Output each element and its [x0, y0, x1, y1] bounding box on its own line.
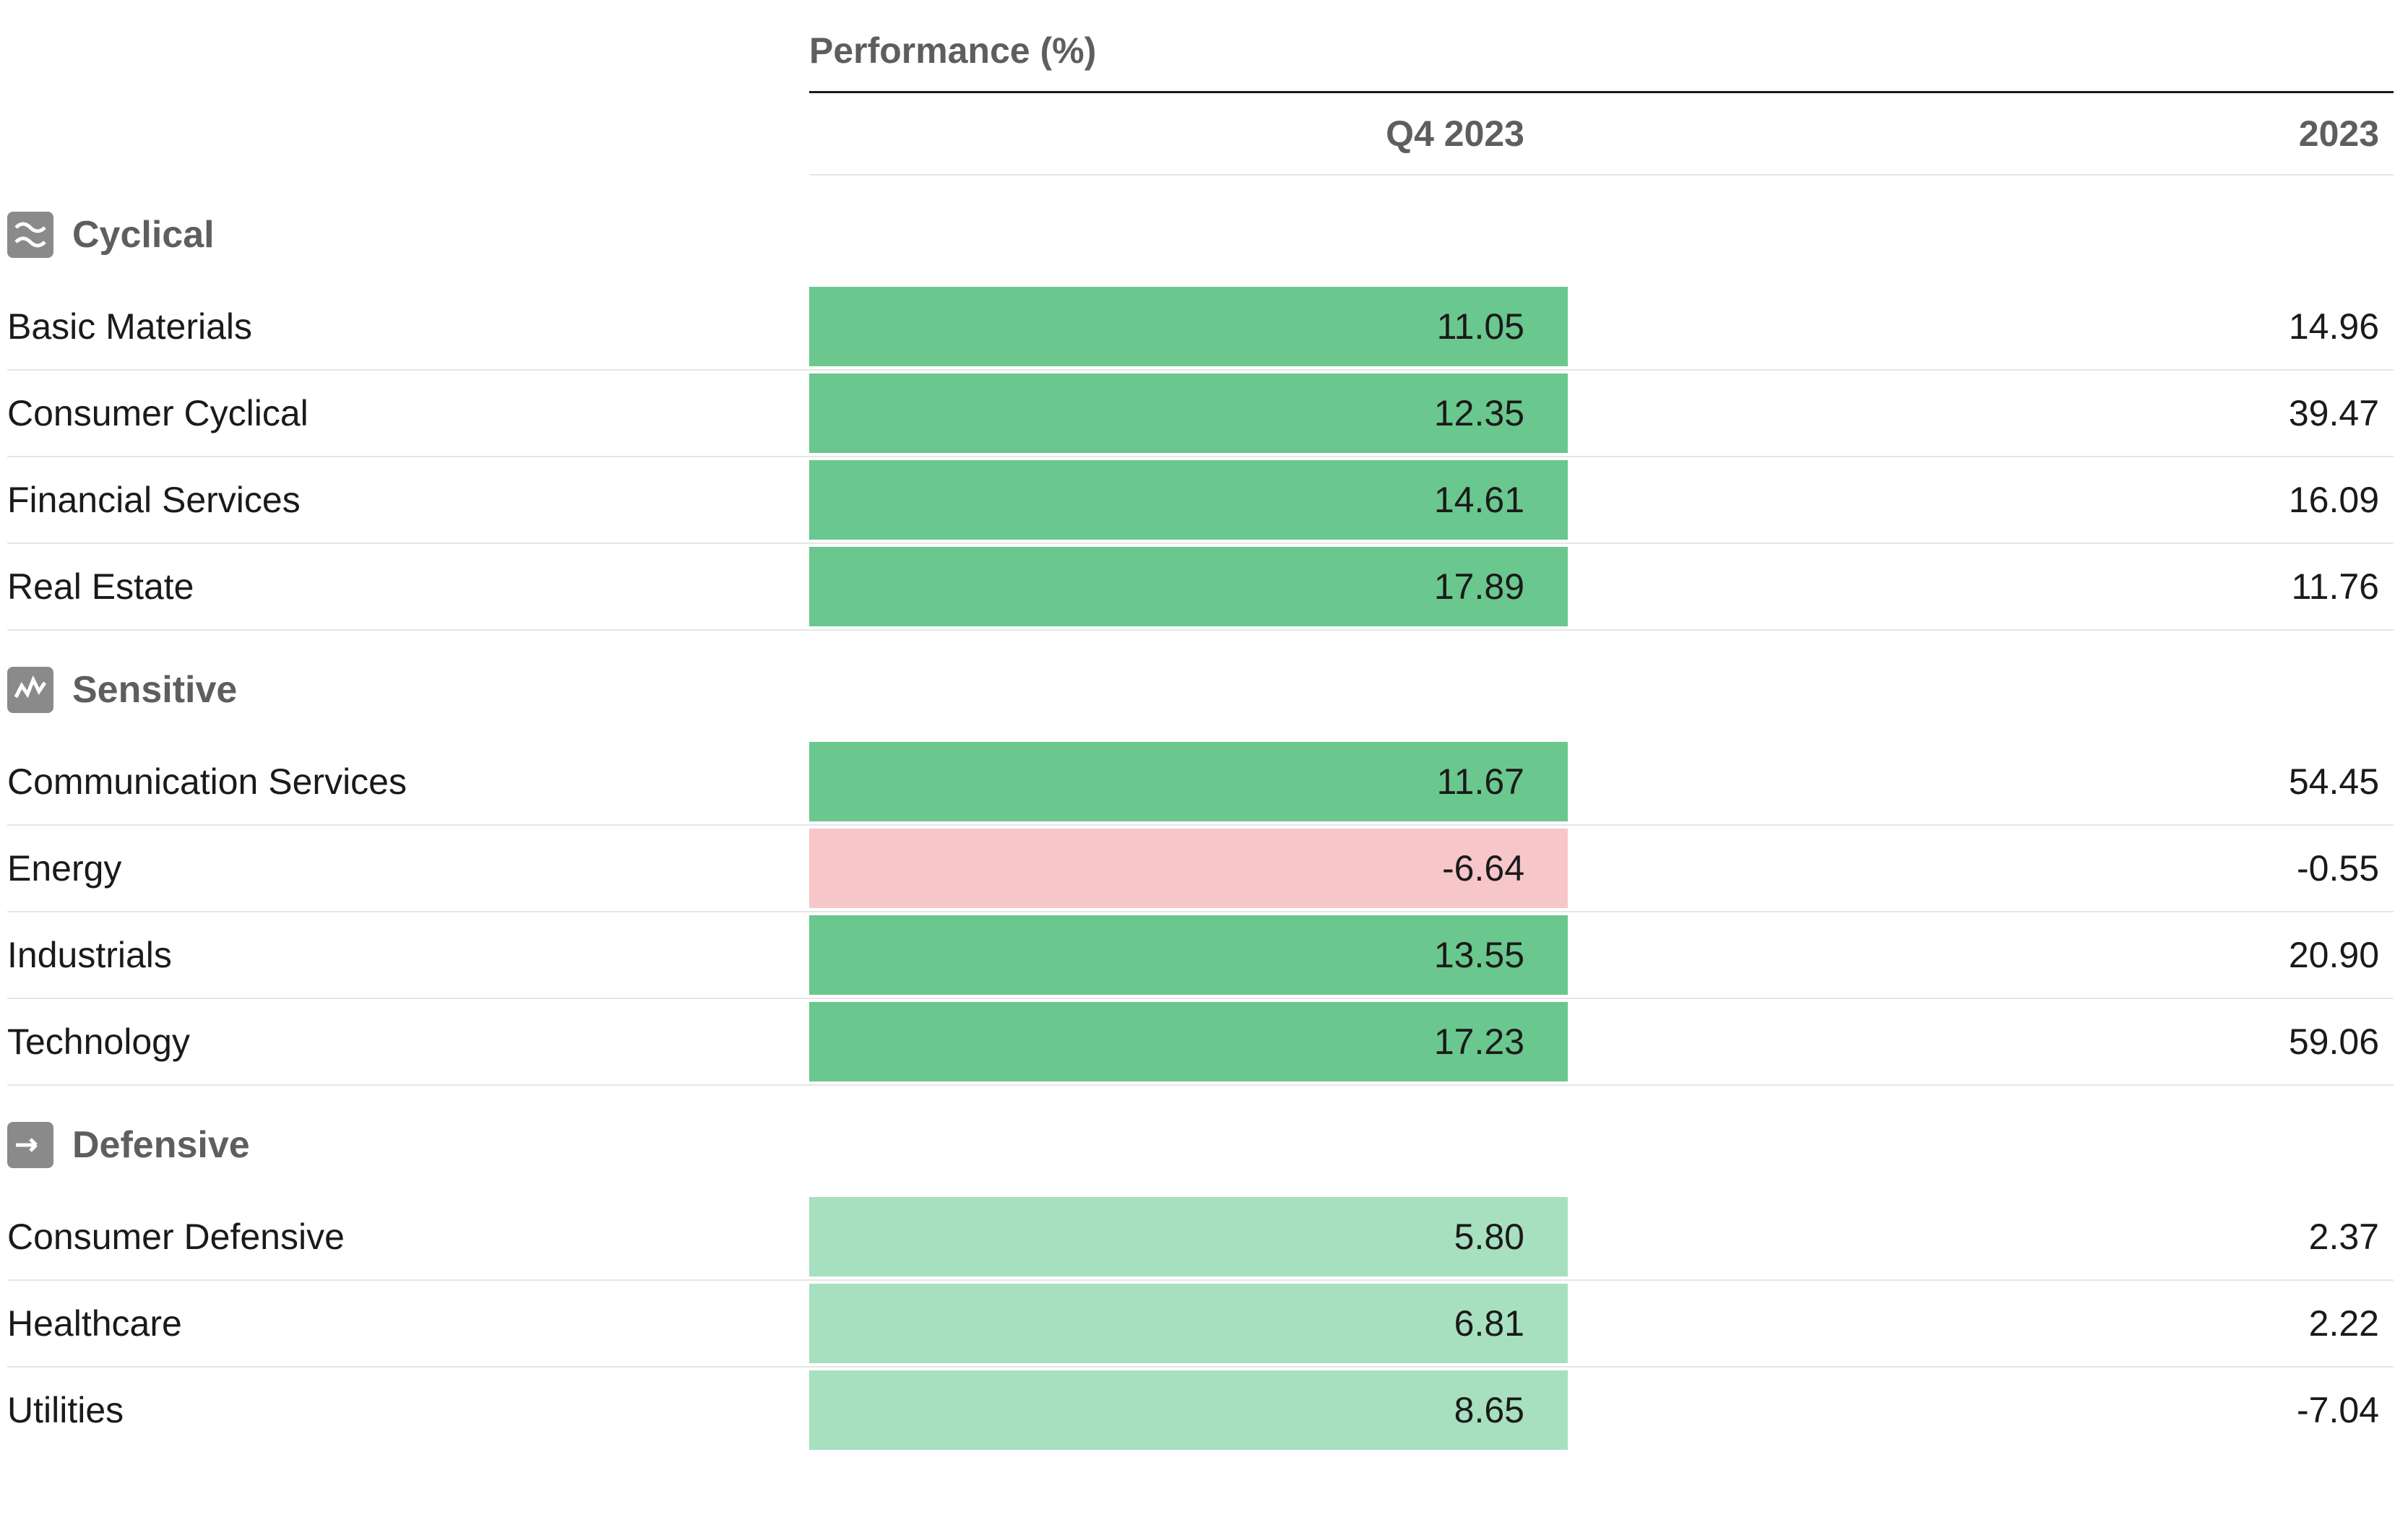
q4-cell-wrap: 17.23 [809, 999, 1568, 1086]
group-header-sensitive: Sensitive [7, 631, 2394, 739]
performance-super-header: Performance (%) [809, 29, 2394, 93]
q4-cell-wrap: 17.89 [809, 544, 1568, 631]
year-value: 54.45 [1568, 739, 2394, 826]
year-value: 2.37 [1568, 1194, 2394, 1281]
q4-cell-wrap: 11.67 [809, 739, 1568, 826]
sector-name: Financial Services [7, 457, 809, 544]
year-value: 20.90 [1568, 912, 2394, 999]
q4-cell-wrap: 5.80 [809, 1194, 1568, 1281]
year-value: 59.06 [1568, 999, 2394, 1086]
sector-name: Utilities [7, 1368, 809, 1453]
sector-name: Industrials [7, 912, 809, 999]
q4-value: 8.65 [809, 1370, 1568, 1450]
group-header-defensive: Defensive [7, 1086, 2394, 1194]
q4-value: 6.81 [809, 1284, 1568, 1363]
year-value: 2.22 [1568, 1281, 2394, 1368]
q4-value: 13.55 [809, 915, 1568, 995]
q4-cell-wrap: 11.05 [809, 284, 1568, 371]
q4-cell-wrap: -6.64 [809, 826, 1568, 912]
year-value: 11.76 [1568, 544, 2394, 631]
group-label: Sensitive [72, 668, 237, 712]
year-value: -7.04 [1568, 1368, 2394, 1453]
q4-cell-wrap: 8.65 [809, 1368, 1568, 1453]
q4-cell-wrap: 12.35 [809, 371, 1568, 457]
sector-name: Healthcare [7, 1281, 809, 1368]
column-header-year: 2023 [1568, 93, 2394, 176]
cyclical-icon [7, 212, 53, 258]
q4-value: 11.05 [809, 287, 1568, 366]
sector-name: Real Estate [7, 544, 809, 631]
q4-value: 17.89 [809, 547, 1568, 626]
q4-value: 11.67 [809, 742, 1568, 821]
q4-value: 17.23 [809, 1002, 1568, 1081]
group-header-cyclical: Cyclical [7, 176, 2394, 284]
q4-cell-wrap: 14.61 [809, 457, 1568, 544]
group-label: Cyclical [72, 212, 215, 257]
q4-value: -6.64 [809, 829, 1568, 908]
sensitive-icon [7, 667, 53, 713]
defensive-icon [7, 1122, 53, 1168]
q4-cell-wrap: 13.55 [809, 912, 1568, 999]
sector-name: Consumer Cyclical [7, 371, 809, 457]
year-value: -0.55 [1568, 826, 2394, 912]
year-value: 14.96 [1568, 284, 2394, 371]
sector-name: Technology [7, 999, 809, 1086]
q4-value: 5.80 [809, 1197, 1568, 1276]
sector-name: Communication Services [7, 739, 809, 826]
q4-value: 14.61 [809, 460, 1568, 540]
year-value: 39.47 [1568, 371, 2394, 457]
group-label: Defensive [72, 1123, 250, 1167]
performance-table: Performance (%) Q4 2023 2023 Cyclical Bas… [7, 29, 2394, 1453]
column-header-q4: Q4 2023 [809, 93, 1568, 176]
q4-cell-wrap: 6.81 [809, 1281, 1568, 1368]
sector-name: Basic Materials [7, 284, 809, 371]
year-value: 16.09 [1568, 457, 2394, 544]
sector-name: Energy [7, 826, 809, 912]
sector-name: Consumer Defensive [7, 1194, 809, 1281]
q4-value: 12.35 [809, 373, 1568, 453]
